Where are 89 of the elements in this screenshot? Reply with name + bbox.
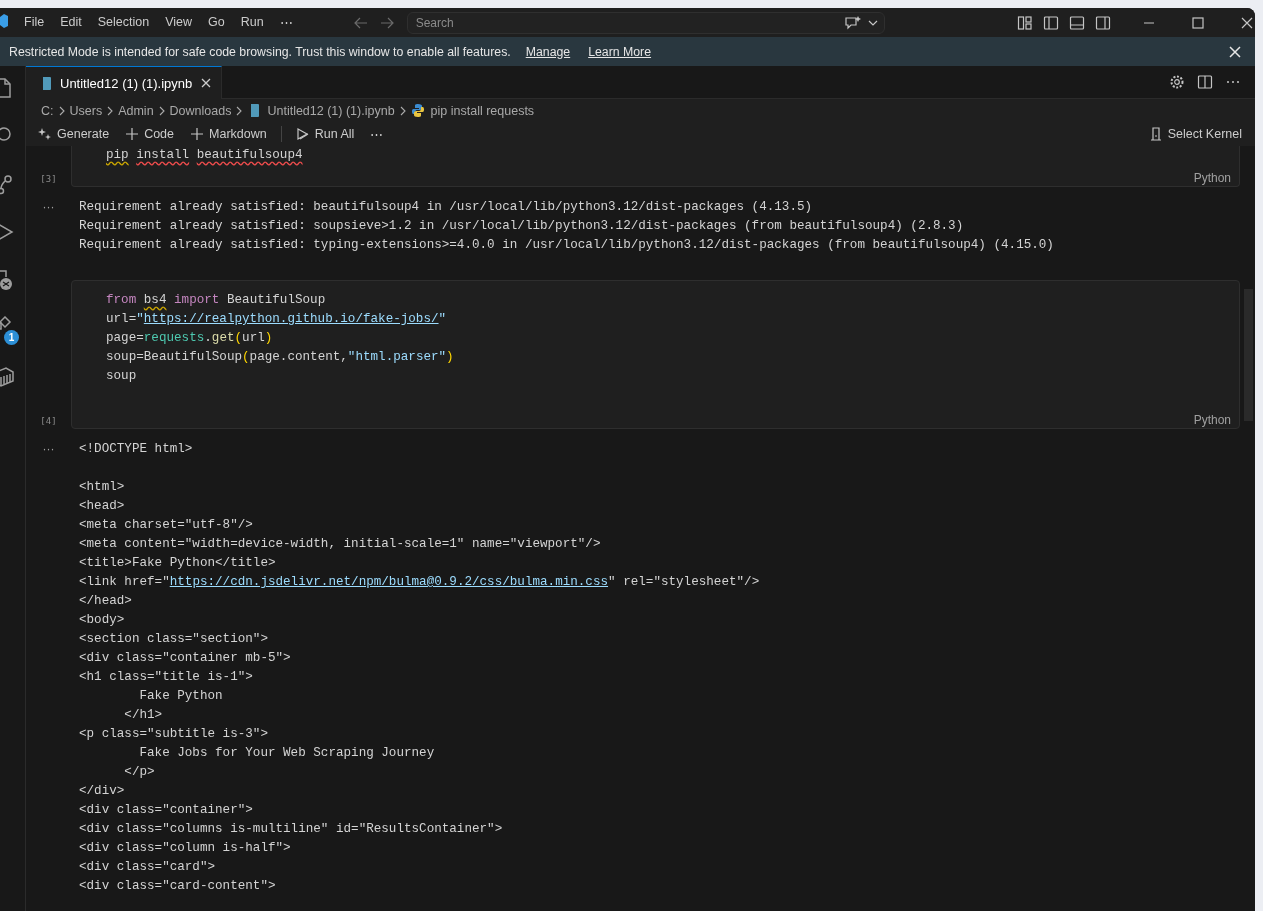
breadcrumb-item[interactable]: Downloads (169, 103, 232, 118)
output-line: Requirement already satisfied: soupsieve>1.2 in /usr/local/lib/python3.12/dist-packages (from beautifulsoup4) (2.8.3) (79, 218, 965, 235)
menu-item[interactable]: Selection (89, 13, 158, 32)
cell-language[interactable]: Python (1193, 407, 1231, 428)
layout-icon[interactable] (1017, 14, 1033, 31)
menu-item[interactable]: Run (232, 13, 272, 32)
chevron-right-icon (235, 105, 244, 116)
chevron-down-icon[interactable] (868, 18, 878, 27)
output-menu[interactable]: ··· (42, 442, 55, 456)
notebook-icon (39, 75, 53, 91)
code-line: soup=BeautifulSoup(page.content,"html.parser") (106, 349, 455, 366)
editor-tab[interactable]: Untitled12 (1) (1).ipynb (26, 66, 223, 99)
menu-item[interactable]: ⋯ (271, 13, 301, 32)
chat-sparkle-icon[interactable] (844, 14, 862, 31)
breadcrumb-item[interactable]: C: (41, 103, 54, 118)
panel-toggle-icon[interactable] (1069, 14, 1085, 31)
banner-link[interactable]: Manage (525, 44, 571, 59)
chevron-right-icon (106, 105, 115, 116)
toolbar-button[interactable]: Generate (36, 127, 112, 141)
output-line: <div class="container mb-5"> (79, 650, 292, 667)
breadcrumb-item[interactable]: Untitled12 (1) (1).ipynb (267, 103, 395, 118)
output-menu[interactable]: ··· (42, 200, 55, 214)
output-line: <div class="column is-half"> (79, 840, 292, 857)
notification-badge: 1 (4, 330, 19, 345)
banner-message: Restricted Mode is intended for safe code browsing. Trust this window to enable all features. (9, 44, 511, 59)
toolbar-button[interactable]: Code (123, 127, 176, 141)
output-line: <div class="columns is-multiline" id="ResultsContainer"> (79, 821, 504, 838)
output-line: <meta charset="utf-8"/> (79, 517, 254, 534)
output-line: <body> (79, 612, 126, 629)
plus-icon (125, 127, 140, 141)
search-input[interactable]: Search (415, 15, 844, 30)
breadcrumb-item[interactable]: Admin (118, 103, 154, 118)
menu-item[interactable]: File (16, 13, 53, 32)
code-line: page=requests.get(url) (106, 330, 274, 347)
output-line: <div class="card-content"> (79, 878, 277, 895)
output-line: <title>Fake Python</title> (79, 555, 277, 572)
menu-item[interactable]: View (157, 13, 200, 32)
secondary-sidebar-icon[interactable] (1095, 14, 1111, 31)
chevron-right-icon (398, 105, 407, 116)
code-line: soup (106, 368, 138, 385)
output-line: <head> (79, 498, 126, 515)
output-line: Requirement already satisfied: typing-extensions>=4.0.0 in /usr/local/lib/python3.12/dist-packages (from beautifulsoup4) (4.15.0) (79, 237, 1054, 254)
run-all-icon (295, 127, 310, 141)
output-line: <div class="container"> (79, 802, 254, 819)
output-line: </p> (123, 764, 156, 781)
sparkle-icon (38, 127, 52, 141)
toolbar-button[interactable]: Markdown (188, 127, 269, 141)
output-line: <link href="https://cdn.jsdelivr.net/npm/bulma@0.9.2/css/bulma.min.css" rel="stylesheet"/> (79, 574, 760, 591)
output-line: </h1> (123, 707, 164, 724)
menu-item[interactable]: Go (200, 13, 233, 32)
execution-count: [3] (40, 174, 57, 184)
chevron-right-icon (157, 105, 166, 116)
sidebar-toggle-icon[interactable] (1043, 14, 1059, 31)
python-icon (410, 103, 425, 118)
code-cell[interactable]: from bs4 import BeautifulSoup url="https://realpython.github.io/fake-jobs/" page=requests.get(url) soup=BeautifulSoup(page.content,"html.parser") soup Python (71, 280, 1240, 429)
code-line: url="https://realpython.github.io/fake-jobs/" (106, 311, 448, 328)
breadcrumb-item[interactable]: Users (69, 103, 103, 118)
output-line: Fake Python (138, 688, 224, 705)
output-line: <section class="section"> (79, 631, 269, 648)
code-line: from bs4 import BeautifulSoup (106, 292, 327, 309)
plus-icon (190, 127, 204, 141)
execution-count: [4] (40, 416, 57, 426)
output-line: </head> (79, 593, 133, 610)
output-line: <h1 class="title is-1"> (79, 669, 254, 686)
notebook-icon (247, 103, 262, 118)
banner-link[interactable]: Learn More (588, 44, 652, 59)
cell-language[interactable]: Python (1193, 165, 1231, 186)
more-button[interactable]: ⋯ (368, 126, 386, 142)
output-line: <meta content="width=device-width, initial-scale=1" name="viewport"/> (79, 536, 602, 553)
search-field[interactable]: Search (406, 11, 885, 34)
close-icon[interactable] (1228, 44, 1242, 59)
settings-icon[interactable] (1169, 74, 1185, 90)
output-line: Fake Jobs for Your Web Scraping Journey (138, 745, 436, 762)
split-editor-icon[interactable] (1197, 74, 1213, 90)
code-cell[interactable]: pip install beautifulsoup4 Python (71, 146, 1240, 187)
maximize-icon[interactable] (1190, 14, 1206, 31)
output-line: Requirement already satisfied: beautifulsoup4 in /usr/local/lib/python3.12/dist-packages (4.13.5) (79, 199, 814, 216)
server-icon (1148, 127, 1163, 141)
toolbar-button[interactable]: Run All (293, 127, 357, 141)
output-line: <html> (79, 479, 126, 496)
output-line: <!DOCTYPE html> (79, 441, 194, 458)
breadcrumb-item[interactable]: pip install requests (430, 103, 535, 118)
menu-item[interactable]: Edit (52, 13, 90, 32)
output-line: <div class="card"> (79, 859, 217, 876)
select-kernel-button[interactable]: Select Kernel (1146, 127, 1244, 141)
output-line: <p class="subtitle is-3"> (79, 726, 269, 743)
output-line: </div> (79, 783, 126, 800)
code-line: pip install beautifulsoup4 (106, 147, 304, 164)
chevron-right-icon (57, 105, 66, 116)
